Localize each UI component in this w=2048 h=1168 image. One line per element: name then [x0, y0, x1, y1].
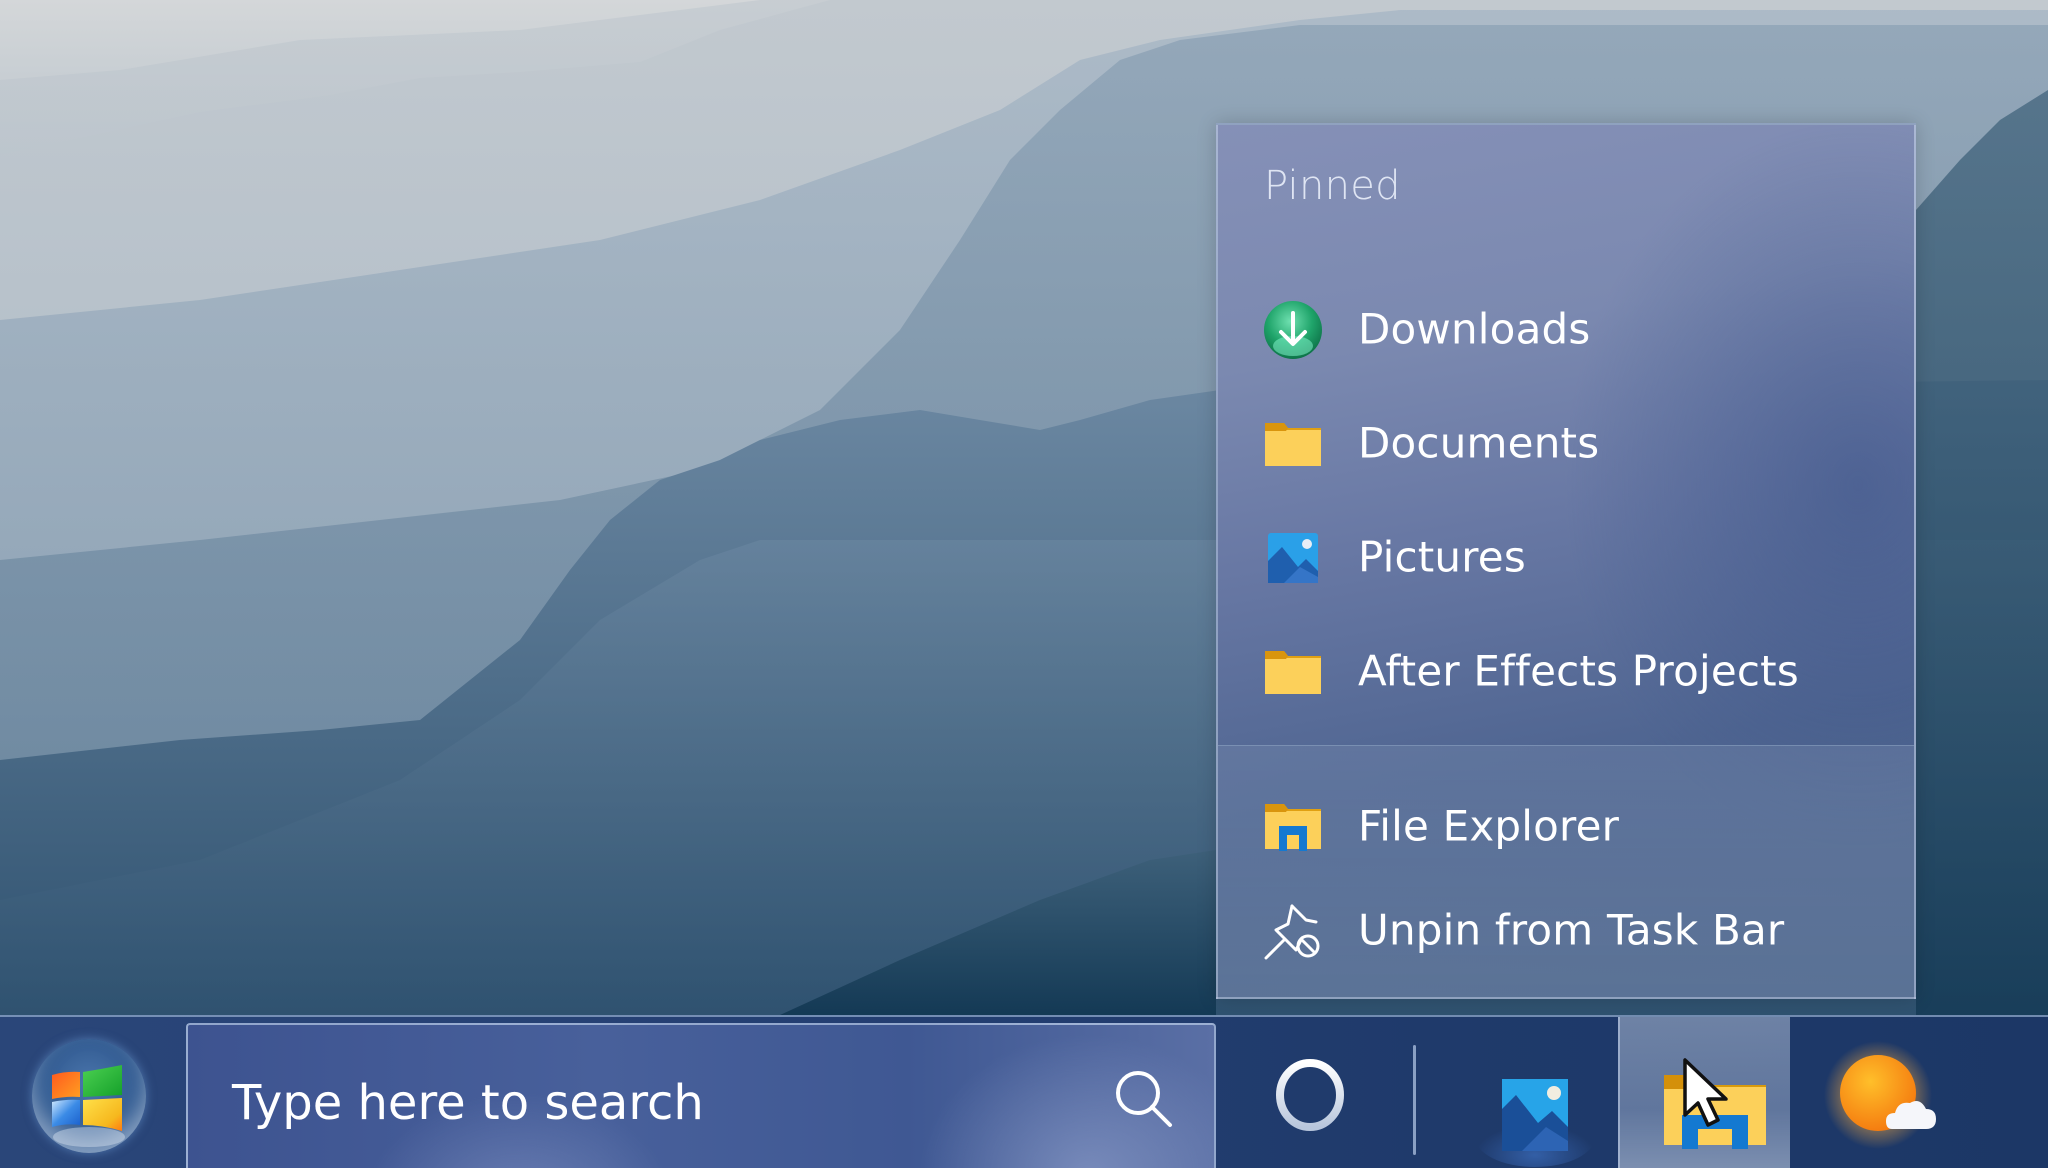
pictures-icon	[1262, 527, 1324, 589]
jump-list-item-label: Documents	[1358, 418, 1600, 468]
taskbar-app-weather[interactable]	[1820, 1037, 1950, 1157]
start-button[interactable]	[0, 1017, 180, 1168]
taskbar: Type here to search	[0, 1015, 2048, 1168]
jump-list-action-unpin[interactable]: Unpin from Task Bar	[1218, 881, 1914, 981]
cortana-ring-icon	[1276, 1059, 1344, 1131]
search-placeholder: Type here to search	[232, 1075, 704, 1131]
jump-list-item-label: Unpin from Task Bar	[1358, 905, 1785, 955]
download-icon	[1262, 299, 1324, 361]
file-explorer-icon	[1664, 1075, 1766, 1149]
file-explorer-icon	[1262, 796, 1324, 858]
jump-list-item-pictures[interactable]: Pictures	[1218, 508, 1914, 608]
taskbar-app-photos[interactable]	[1460, 1027, 1610, 1168]
taskbar-app-file-explorer[interactable]	[1618, 1017, 1790, 1168]
jump-list-action-file-explorer[interactable]: File Explorer	[1218, 777, 1914, 877]
jump-list-item-label: After Effects Projects	[1358, 646, 1799, 696]
jump-list-item-downloads[interactable]: Downloads	[1218, 280, 1914, 380]
start-orb	[32, 1039, 146, 1153]
folder-icon	[1262, 641, 1324, 703]
jump-list-item-label: Downloads	[1358, 304, 1591, 354]
windows-logo-icon	[52, 1065, 125, 1147]
jump-list-item-label: File Explorer	[1358, 801, 1620, 851]
cortana-button[interactable]	[1250, 1037, 1370, 1152]
jump-list-actions-section: File Explorer Unpin from Task Bar	[1218, 745, 1914, 999]
jump-list-item-documents[interactable]: Documents	[1218, 394, 1914, 494]
search-icon[interactable]	[1112, 1067, 1176, 1131]
weather-icon	[1824, 1041, 1936, 1149]
pinned-header: Pinned	[1264, 163, 1401, 209]
jump-list-pinned-section: Pinned Downloads Documents Pictures Afte…	[1218, 125, 1914, 745]
photos-icon	[1475, 1079, 1595, 1167]
search-box[interactable]: Type here to search	[186, 1023, 1216, 1168]
jump-list-item-label: Pictures	[1358, 532, 1526, 582]
folder-icon	[1262, 413, 1324, 475]
taskbar-divider	[1413, 1045, 1416, 1155]
jump-list: Pinned Downloads Documents Pictures Afte…	[1216, 123, 1916, 999]
unpin-icon	[1262, 900, 1324, 962]
jump-list-item-after-effects-projects[interactable]: After Effects Projects	[1218, 622, 1914, 722]
